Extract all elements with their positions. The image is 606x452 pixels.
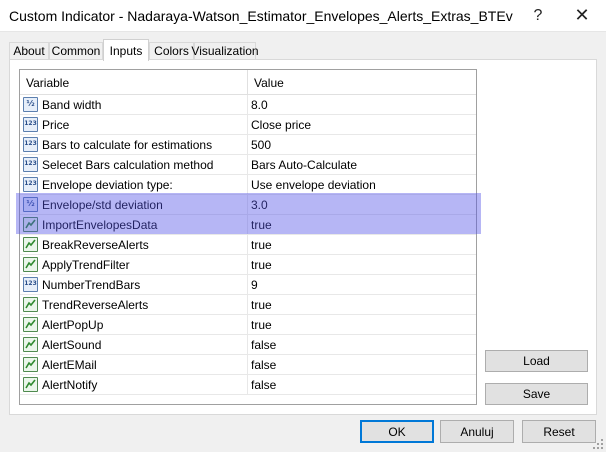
table-row[interactable]: AlertPopUp true [20,315,476,335]
table-row[interactable]: AlertEMail false [20,355,476,375]
column-divider [247,235,248,255]
variable-name: ApplyTrendFilter [42,258,130,272]
boolean-icon [23,297,38,312]
boolean-icon [23,237,38,252]
help-icon: ? [533,6,543,24]
column-divider [247,115,248,135]
ok-button[interactable]: OK [360,420,434,443]
tab-common[interactable]: Common [49,42,103,59]
reset-button[interactable]: Reset [522,420,596,443]
load-button[interactable]: Load [485,350,588,372]
column-divider [247,295,248,315]
table-row[interactable]: AlertNotify false [20,375,476,395]
variable-name: Band width [42,98,102,112]
title-bar: Custom Indicator - Nadaraya-Watson_Estim… [0,0,606,32]
variable-value[interactable]: false [251,378,276,392]
grid-header: Variable Value [20,70,476,95]
variable-name: AlertNotify [42,378,98,392]
variable-value[interactable]: true [251,238,272,252]
window-title: Custom Indicator - Nadaraya-Watson_Estim… [9,8,513,24]
variable-name: ImportEnvelopesData [42,218,158,232]
variable-name: TrendReverseAlerts [42,298,149,312]
variable-value[interactable]: 3.0 [251,198,268,212]
tab-colors[interactable]: Colors [149,42,194,59]
integer-icon [23,117,38,132]
boolean-icon [23,257,38,272]
help-button[interactable]: ? [516,0,560,31]
header-value[interactable]: Value [254,76,284,90]
variable-value[interactable]: false [251,358,276,372]
column-divider [247,215,248,235]
column-divider [247,355,248,375]
variable-name: NumberTrendBars [42,278,141,292]
integer-icon [23,177,38,192]
variable-name: Price [42,118,70,132]
variable-name: BreakReverseAlerts [42,238,149,252]
variable-value[interactable]: Bars Auto-Calculate [251,158,357,172]
table-row[interactable]: AlertSound false [20,335,476,355]
inputs-grid: Variable Value Band width 8.0 Price Close p… [19,69,477,405]
fraction-icon [23,197,38,212]
table-row[interactable]: Band width 8.0 [20,95,476,115]
integer-icon [23,277,38,292]
tab-inputs[interactable]: Inputs [103,39,149,61]
table-row[interactable]: Bars to calculate for estimations 500 [20,135,476,155]
boolean-icon [23,337,38,352]
column-divider [247,95,248,115]
tab-visualization[interactable]: Visualization [191,42,259,59]
column-divider [247,155,248,175]
variable-name: Envelope/std deviation [42,198,163,212]
column-divider [247,375,248,395]
integer-icon [23,157,38,172]
column-divider [247,255,248,275]
save-button[interactable]: Save [485,383,588,405]
fraction-icon [23,97,38,112]
table-row[interactable]: NumberTrendBars 9 [20,275,476,295]
variable-value[interactable]: true [251,298,272,312]
variable-value[interactable]: 500 [251,138,271,152]
column-divider [247,275,248,295]
variable-value[interactable]: true [251,318,272,332]
table-row[interactable]: Selecet Bars calculation method Bars Auto… [20,155,476,175]
resize-grip-icon[interactable] [592,438,604,450]
column-divider [247,315,248,335]
variable-value[interactable]: false [251,338,276,352]
boolean-icon [23,377,38,392]
table-row[interactable]: Envelope/std deviation 3.0 [20,195,476,215]
variable-value[interactable]: true [251,218,272,232]
table-row[interactable]: ApplyTrendFilter true [20,255,476,275]
variable-value[interactable]: true [251,258,272,272]
table-row[interactable]: ImportEnvelopesData true [20,215,476,235]
close-button[interactable]: ✕ [560,0,604,31]
variable-value[interactable]: Close price [251,118,311,132]
tab-about[interactable]: About [9,42,49,59]
variable-name: AlertSound [42,338,102,352]
column-divider [247,195,248,215]
variable-value[interactable]: Use envelope deviation [251,178,376,192]
variable-value[interactable]: 9 [251,278,258,292]
boolean-icon [23,217,38,232]
variable-name: AlertEMail [42,358,97,372]
table-row[interactable]: Price Close price [20,115,476,135]
integer-icon [23,137,38,152]
close-icon: ✕ [574,5,590,25]
header-variable[interactable]: Variable [26,76,69,90]
variable-value[interactable]: 8.0 [251,98,268,112]
column-divider [247,335,248,355]
table-row[interactable]: BreakReverseAlerts true [20,235,476,255]
table-row[interactable]: Envelope deviation type: Use envelope dev… [20,175,476,195]
header-divider [247,70,248,94]
column-divider [247,135,248,155]
table-row[interactable]: TrendReverseAlerts true [20,295,476,315]
column-divider [247,175,248,195]
variable-name: Envelope deviation type: [42,178,173,192]
boolean-icon [23,357,38,372]
cancel-button[interactable]: Anuluj [440,420,514,443]
boolean-icon [23,317,38,332]
variable-name: Selecet Bars calculation method [42,158,214,172]
variable-name: Bars to calculate for estimations [42,138,213,152]
variable-name: AlertPopUp [42,318,104,332]
